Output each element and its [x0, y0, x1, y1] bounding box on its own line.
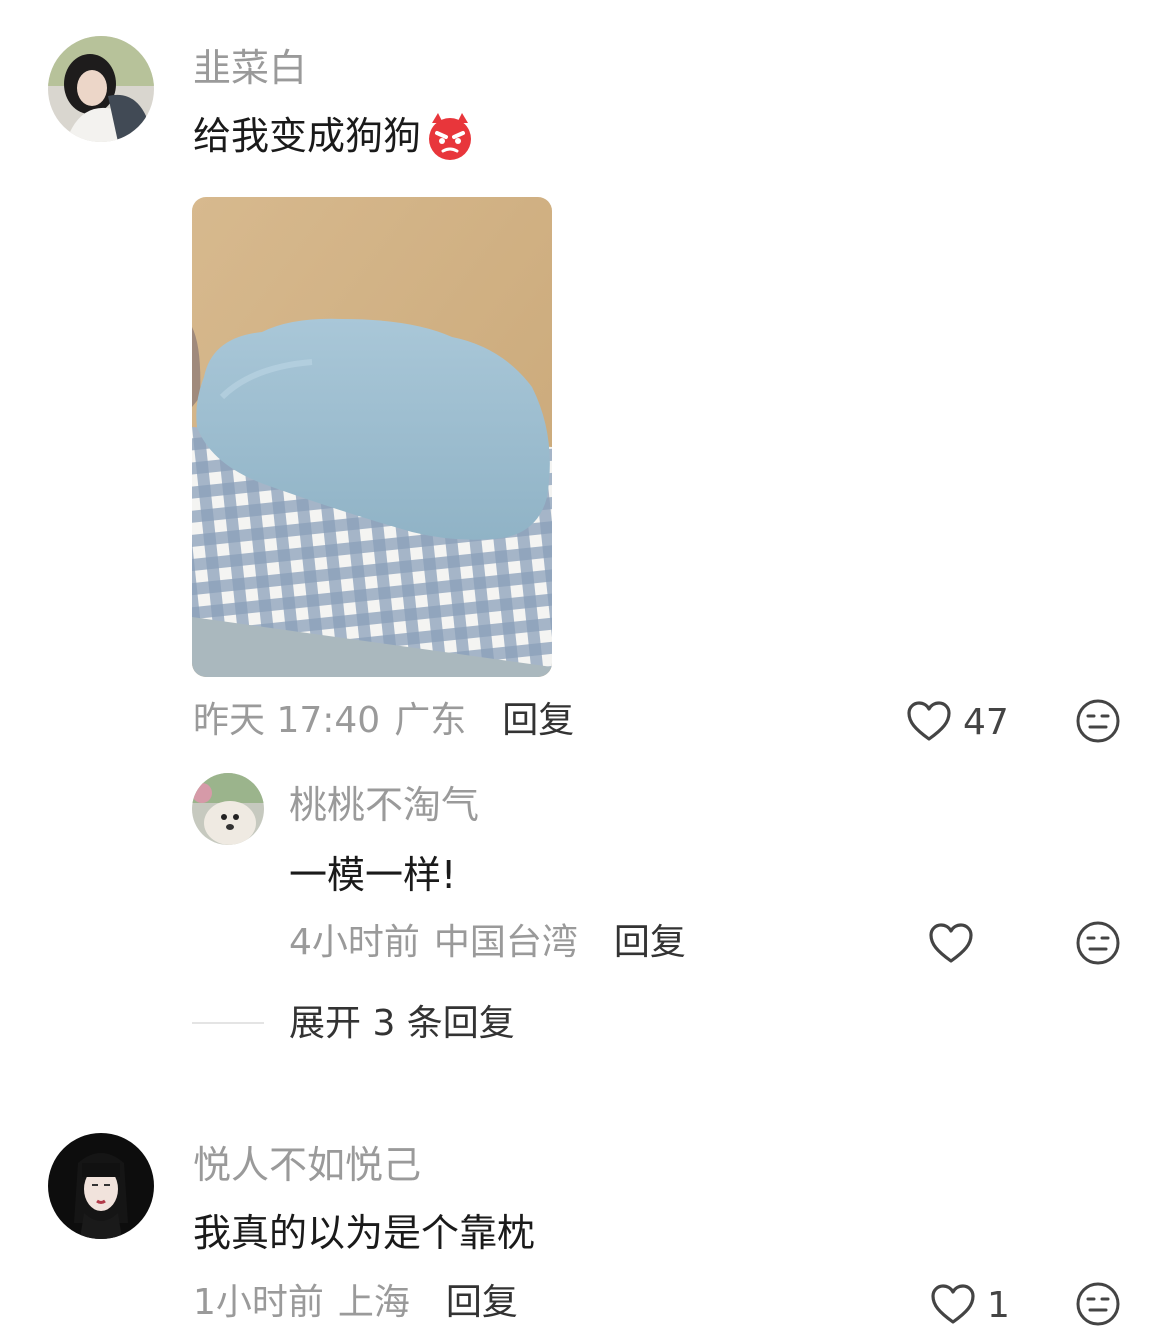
reply-button[interactable]: 回复	[446, 1285, 518, 1321]
angry-devil-emoji	[423, 109, 477, 163]
comment-location: 上海	[337, 1282, 410, 1323]
comment-text: 我真的以为是个靠枕	[193, 1211, 536, 1255]
reply-button[interactable]: 回复	[614, 925, 686, 961]
unamused-face-icon[interactable]	[1075, 920, 1121, 966]
comment-location: 广东	[394, 700, 467, 741]
comment-username[interactable]: 韭菜白	[193, 49, 307, 87]
comment-text: 给我变成狗狗	[193, 114, 422, 158]
unamused-face-icon[interactable]	[1075, 698, 1121, 744]
like-count: 47	[963, 702, 1009, 743]
heart-outline-icon[interactable]	[928, 922, 974, 964]
comment-username[interactable]: 悦人不如悦己	[193, 1146, 421, 1184]
reply-time: 4小时前	[289, 922, 420, 963]
comment-time: 昨天 17:40	[193, 700, 381, 741]
heart-outline-icon[interactable]	[930, 1283, 976, 1325]
reply-username[interactable]: 桃桃不淘气	[289, 786, 479, 824]
unamused-face-icon[interactable]	[1075, 1281, 1121, 1327]
reply-location: 中国台湾	[433, 922, 578, 963]
divider	[192, 1022, 264, 1024]
expand-replies-button[interactable]: 展开 3 条回复	[289, 1006, 515, 1042]
reply-text: 一模一样!	[289, 853, 457, 897]
reply-button[interactable]: 回复	[502, 703, 574, 739]
comment-time: 1小时前	[193, 1282, 324, 1323]
like-count: 1	[987, 1285, 1010, 1326]
comment-image[interactable]	[192, 197, 552, 677]
avatar[interactable]	[48, 36, 154, 142]
avatar[interactable]	[48, 1133, 154, 1239]
heart-outline-icon[interactable]	[906, 700, 952, 742]
avatar[interactable]	[192, 773, 264, 845]
